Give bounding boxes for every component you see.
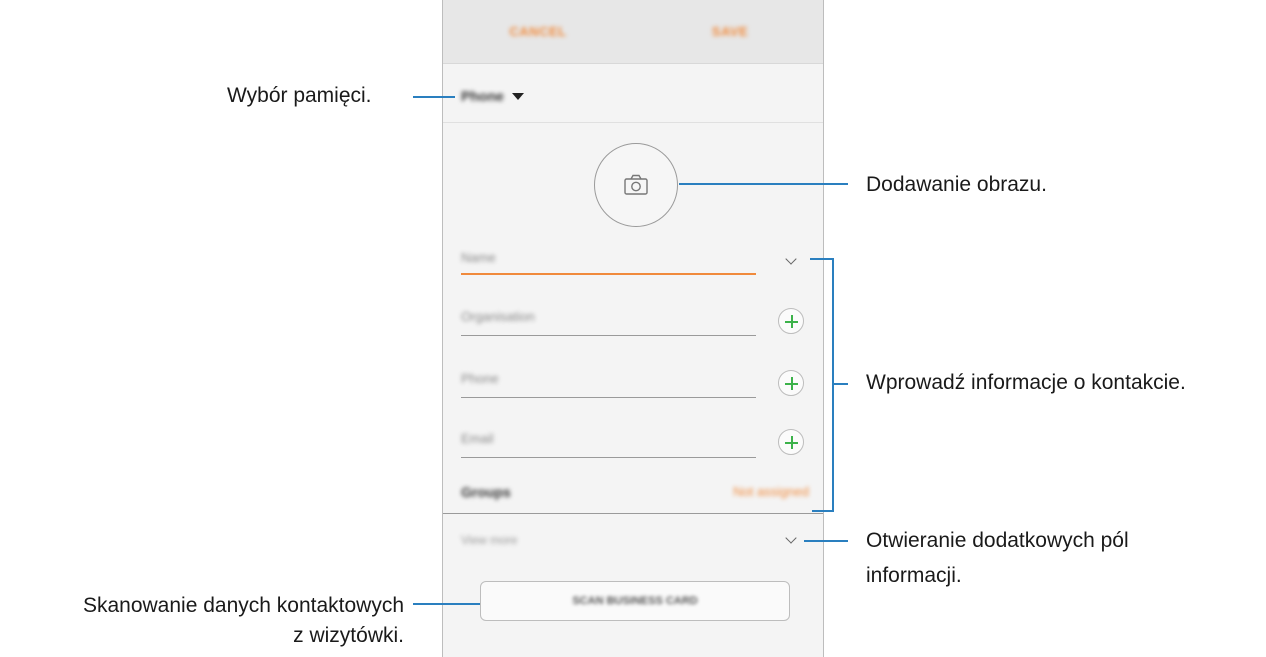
save-button[interactable]: SAVE	[635, 24, 823, 39]
phone-placeholder: Phone	[461, 371, 499, 386]
callout-bracket-vertical	[832, 258, 834, 512]
expand-name-chevron-down-icon[interactable]	[785, 255, 797, 267]
callout-scan-line	[413, 603, 480, 605]
organisation-field[interactable]: Organisation	[461, 309, 756, 336]
organisation-field-underline	[461, 335, 756, 336]
divider	[443, 513, 823, 514]
callout-bracket-bottom	[812, 510, 834, 512]
email-placeholder: Email	[461, 431, 494, 446]
name-field-underline	[461, 273, 756, 275]
scan-business-card-label: SCAN BUSINESS CARD	[572, 595, 698, 607]
callout-contact-info: Wprowadź informacje o kontakcie.	[866, 371, 1186, 394]
callout-more-fields-line2: informacji.	[866, 564, 962, 587]
callout-scan-line2: z wizytówki.	[293, 624, 404, 647]
storage-selector-label: Phone	[461, 88, 504, 104]
scan-business-card-button[interactable]: SCAN BUSINESS CARD	[480, 581, 790, 621]
callout-bracket-top	[810, 258, 834, 260]
dropdown-arrow-icon	[511, 92, 524, 100]
callout-photo-line	[679, 183, 848, 185]
divider	[443, 122, 823, 123]
phone-field-underline	[461, 397, 756, 398]
add-phone-plus-icon[interactable]	[778, 370, 804, 396]
view-more-chevron-down-icon[interactable]	[785, 534, 797, 546]
view-more-link[interactable]: View more	[461, 533, 517, 547]
organisation-placeholder: Organisation	[461, 309, 535, 324]
cancel-button[interactable]: CANCEL	[443, 24, 633, 39]
email-field[interactable]: Email	[461, 431, 756, 458]
callout-more-fields-line1: Otwieranie dodatkowych pól	[866, 529, 1129, 552]
add-photo-button[interactable]	[594, 143, 678, 227]
camera-icon	[624, 174, 648, 195]
callout-contact-line	[834, 383, 848, 385]
name-placeholder: Name	[461, 250, 496, 265]
callout-storage-line	[413, 96, 455, 98]
callout-storage: Wybór pamięci.	[227, 84, 372, 107]
email-field-underline	[461, 457, 756, 458]
add-organisation-plus-icon[interactable]	[778, 308, 804, 334]
groups-value: Not assigned	[733, 484, 809, 499]
name-field[interactable]: Name	[461, 250, 756, 275]
add-email-plus-icon[interactable]	[778, 429, 804, 455]
phone-field[interactable]: Phone	[461, 371, 756, 398]
groups-label: Groups	[461, 484, 511, 500]
callout-scan-line1: Skanowanie danych kontaktowych	[82, 594, 404, 617]
groups-row[interactable]: Groups Not assigned	[461, 482, 809, 506]
storage-selector[interactable]: Phone	[461, 86, 524, 106]
callout-photo: Dodawanie obrazu.	[866, 173, 1047, 196]
contact-form-screen: CANCEL SAVE Phone Name Organisation Phon…	[442, 0, 824, 657]
top-action-bar: CANCEL SAVE	[443, 0, 823, 64]
callout-more-fields-line	[804, 540, 848, 542]
